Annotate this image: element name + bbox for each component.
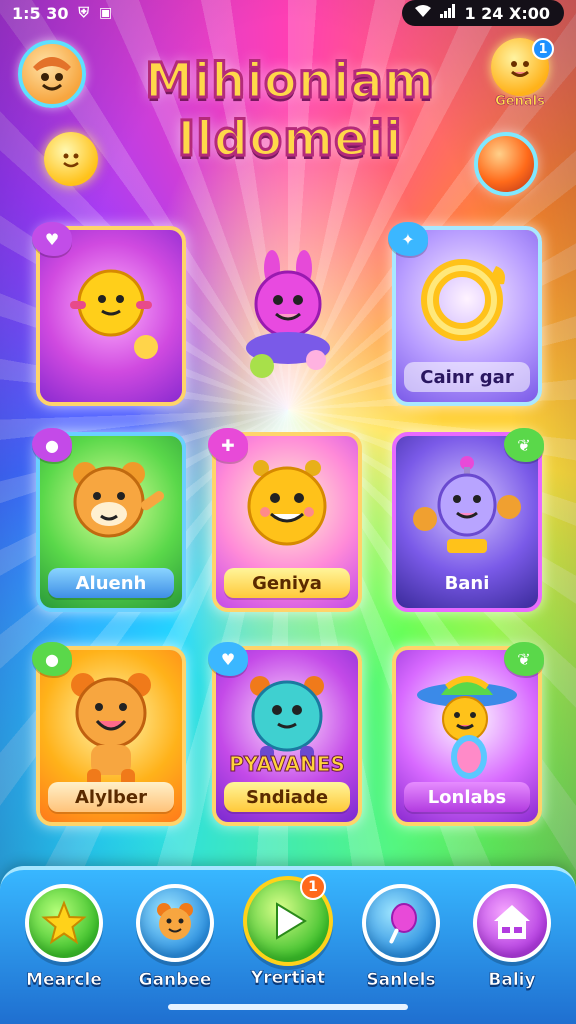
nav-item-baliy[interactable]: Baliy bbox=[462, 884, 562, 990]
game-card-9[interactable]: ❦ Lonlabs bbox=[392, 642, 544, 826]
yellow-blob-icon bbox=[247, 460, 327, 546]
game-card-label: Cainr gar bbox=[404, 362, 530, 392]
orange-bear-icon bbox=[73, 462, 165, 538]
game-card-label: Aluenh bbox=[48, 568, 174, 598]
shield-icon: ⛨ bbox=[78, 5, 90, 21]
gold-ring-icon bbox=[421, 258, 505, 341]
house-icon bbox=[494, 905, 530, 939]
game-card-7[interactable]: ● Alylber bbox=[32, 642, 186, 826]
star-icon bbox=[41, 900, 87, 945]
game-card-8[interactable]: ♥ PYAVANES Sndiade bbox=[208, 642, 362, 826]
cowboy-creature-icon bbox=[417, 676, 517, 780]
profile-avatar[interactable] bbox=[18, 40, 86, 108]
nav-item-yrertiat[interactable]: 1 Yrertiat bbox=[238, 874, 338, 989]
yellow-creature-icon bbox=[70, 269, 158, 359]
game-card-4[interactable]: ● Aluenh bbox=[32, 428, 186, 612]
nav-item-sanlels[interactable]: Sanlels bbox=[351, 884, 451, 990]
nav-badge: 1 bbox=[300, 874, 326, 900]
character-face-icon bbox=[33, 57, 71, 91]
game-card-1[interactable]: ♥ bbox=[32, 222, 186, 406]
game-card-2[interactable] bbox=[212, 226, 362, 406]
signal-icon bbox=[440, 4, 456, 22]
game-card-label: Sndiade bbox=[224, 782, 350, 812]
status-bar: 1:5 30 ⛨ ▣ 1 24 X:00 bbox=[0, 0, 576, 26]
game-card-label: Bani bbox=[444, 572, 490, 594]
game-title: Mihioniam Ildomeii bbox=[120, 52, 460, 169]
status-time: 1:5 30 bbox=[12, 3, 69, 23]
gems-badge: 1 bbox=[532, 38, 554, 60]
lollipop-icon bbox=[389, 903, 417, 944]
nav-label: Yrertiat bbox=[250, 968, 326, 989]
game-card-label: Geniya bbox=[224, 568, 350, 598]
status-right-text: 1 24 X:00 bbox=[464, 3, 550, 23]
nav-label: Ganbee bbox=[138, 970, 212, 991]
nav-button[interactable] bbox=[25, 884, 103, 962]
status-right: 1 24 X:00 bbox=[402, 0, 564, 26]
nav-label: Sanlels bbox=[366, 970, 436, 991]
nav-button[interactable] bbox=[136, 884, 214, 962]
nav-item-mearcle[interactable]: Mearcle bbox=[14, 884, 114, 990]
coin-icon[interactable] bbox=[44, 132, 98, 186]
game-card-label: Alylber bbox=[48, 782, 174, 812]
gems-counter[interactable]: 1 Genals bbox=[482, 38, 558, 109]
orange-bear-icon bbox=[71, 672, 151, 787]
game-card-5[interactable]: ✚ Geniya bbox=[208, 428, 362, 612]
play-icon bbox=[276, 902, 307, 940]
robot-figure-icon bbox=[413, 455, 521, 553]
pink-bunny-icon bbox=[246, 249, 330, 378]
bottom-nav: Mearcle Ganbee 1 Yrertiat Sanlels Baliy bbox=[0, 866, 576, 1024]
game-card-6[interactable]: ❦ Bani bbox=[392, 428, 544, 612]
gallery-icon: ▣ bbox=[99, 5, 113, 21]
home-indicator[interactable] bbox=[168, 1004, 408, 1010]
character-icon bbox=[157, 903, 193, 940]
orb-icon[interactable] bbox=[474, 132, 538, 196]
game-card-title: PYAVANES bbox=[229, 752, 346, 777]
game-card-3[interactable]: ✦ Cainr gar bbox=[388, 222, 542, 406]
nav-button[interactable] bbox=[473, 884, 551, 962]
game-card-label: Lonlabs bbox=[404, 782, 530, 812]
gems-label: Genals bbox=[495, 94, 545, 110]
nav-button[interactable] bbox=[362, 884, 440, 962]
nav-label: Mearcle bbox=[26, 970, 102, 991]
status-left: 1:5 30 ⛨ ▣ bbox=[12, 4, 112, 23]
title-line-2: Ildomeii bbox=[176, 110, 403, 169]
wifi-icon bbox=[414, 4, 432, 22]
nav-item-ganbee[interactable]: Ganbee bbox=[125, 884, 225, 990]
title-line-1: Mihioniam bbox=[144, 52, 436, 111]
nav-label: Baliy bbox=[488, 970, 536, 991]
